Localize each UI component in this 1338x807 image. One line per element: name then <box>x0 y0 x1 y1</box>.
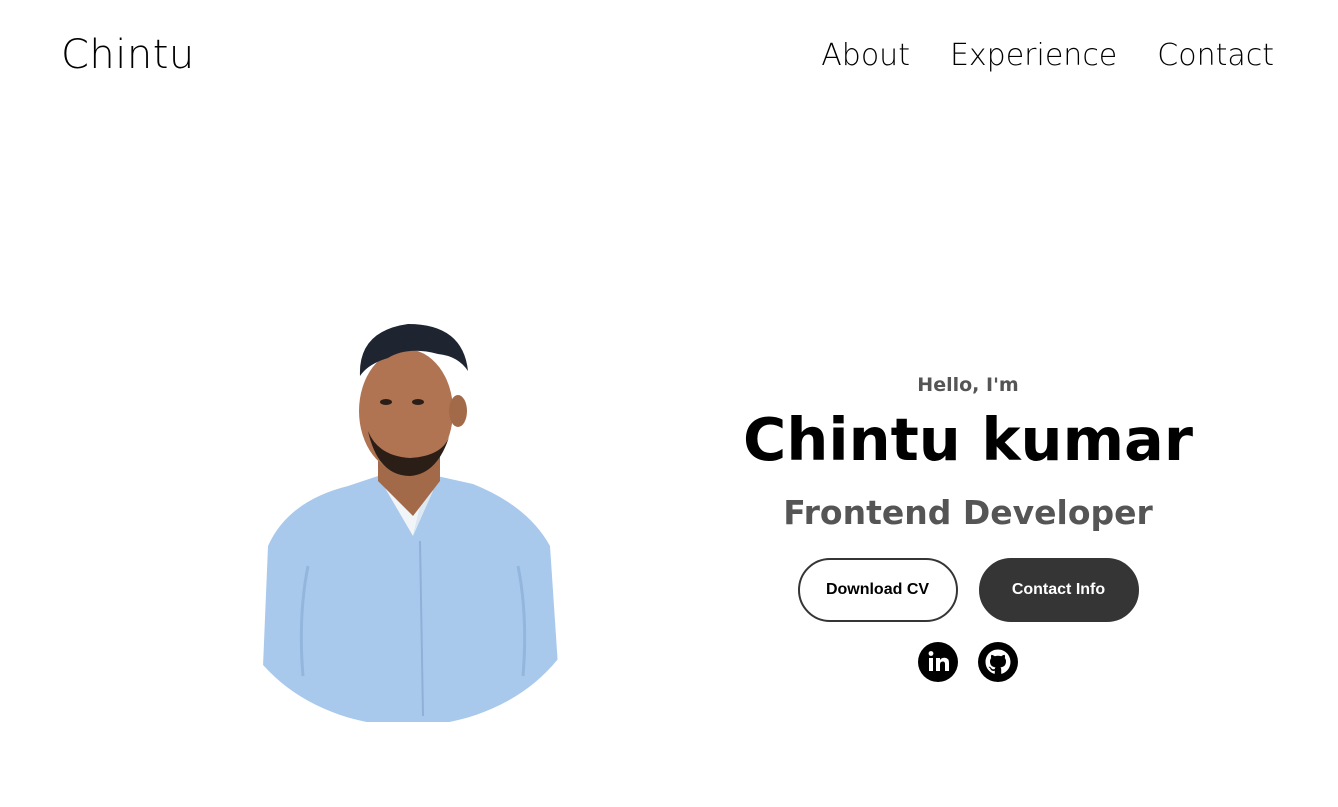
contact-info-button[interactable]: Contact Info <box>978 558 1139 622</box>
hero-name: Chintu kumar <box>743 405 1193 474</box>
hero-greeting: Hello, I'm <box>917 374 1019 396</box>
hero-section: Hello, I'm Chintu kumar Frontend Develop… <box>718 370 1218 682</box>
nav-link-experience[interactable]: Experience <box>950 38 1117 73</box>
nav-link-contact[interactable]: Contact <box>1157 38 1274 73</box>
social-links <box>718 642 1218 682</box>
hero-buttons: Download CV Contact Info <box>718 558 1218 622</box>
download-cv-button[interactable]: Download CV <box>797 558 958 622</box>
github-icon[interactable] <box>978 642 1018 682</box>
hero-role: Frontend Developer <box>783 493 1153 532</box>
linkedin-icon[interactable] <box>918 642 958 682</box>
nav-link-about[interactable]: About <box>821 38 910 73</box>
site-header: Chintu About Experience Contact <box>0 0 1338 115</box>
site-logo[interactable]: Chintu <box>61 32 195 78</box>
profile-picture <box>228 316 588 722</box>
nav-menu: About Experience Contact <box>821 38 1274 73</box>
